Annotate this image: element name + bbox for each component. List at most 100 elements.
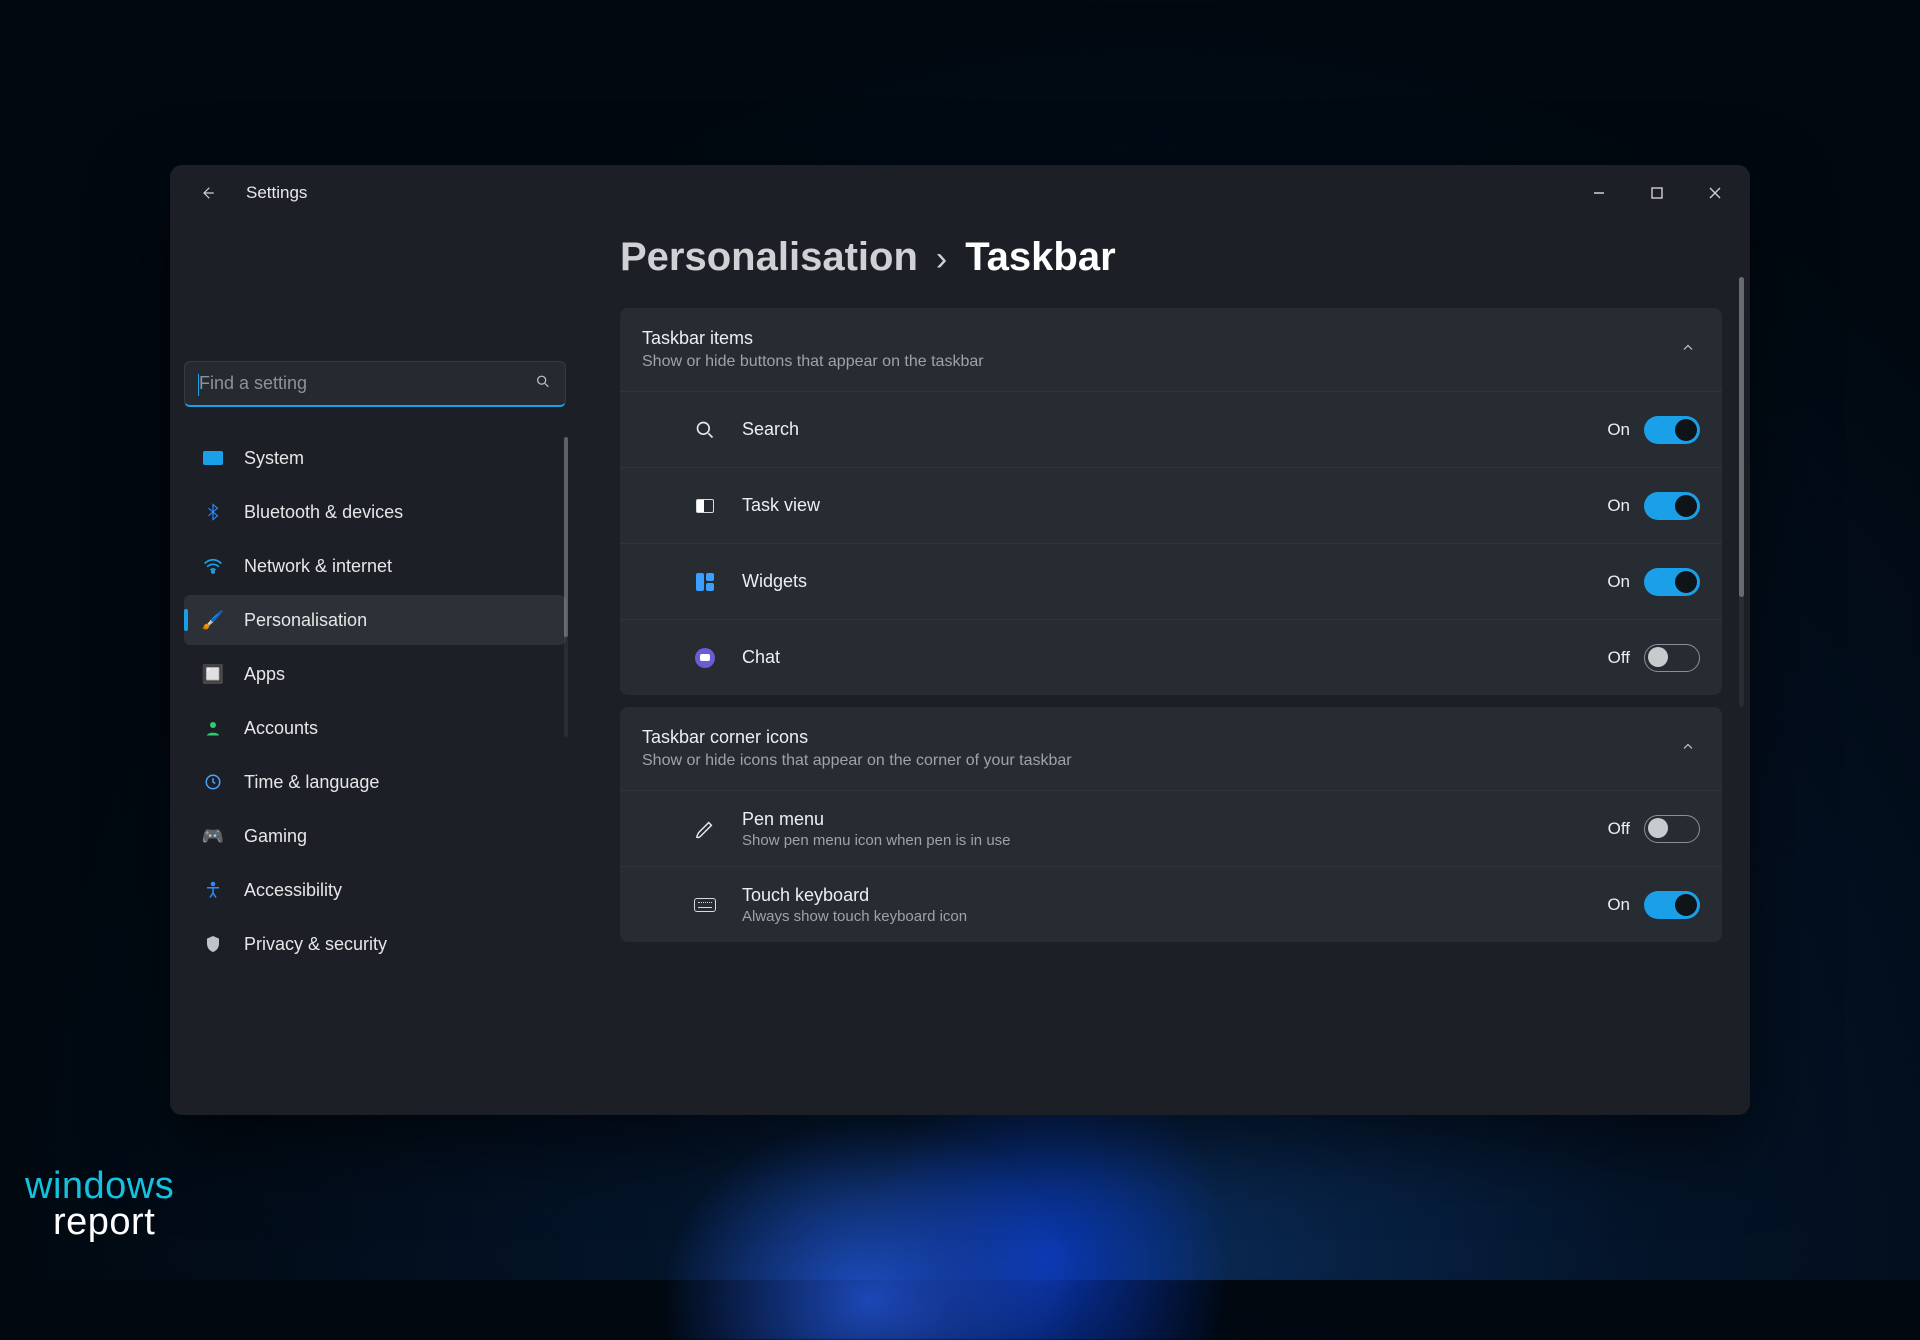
toggle-task-view[interactable] — [1644, 492, 1700, 520]
row-task-view: Task view On — [620, 467, 1722, 543]
task-view-icon — [690, 491, 720, 521]
search-field[interactable] — [184, 361, 566, 407]
sidebar-item-label: Gaming — [244, 826, 307, 847]
row-label: Widgets — [742, 571, 1607, 592]
toggle-state: Off — [1608, 648, 1630, 668]
main-scrollbar-thumb[interactable] — [1739, 277, 1744, 597]
watermark-line2: report — [53, 1204, 174, 1240]
panel-corner-icons: Taskbar corner icons Show or hide icons … — [620, 707, 1722, 942]
window-controls — [1570, 171, 1744, 215]
sidebar-scrollbar[interactable] — [564, 437, 568, 737]
maximize-icon — [1650, 186, 1664, 200]
row-label: Touch keyboard — [742, 885, 1607, 906]
main-content: Personalisation › Taskbar Taskbar items … — [580, 221, 1750, 1115]
sidebar-item-label: Privacy & security — [244, 934, 387, 955]
toggle-touch-keyboard[interactable] — [1644, 891, 1700, 919]
sidebar-item-label: Network & internet — [244, 556, 392, 577]
search-icon — [690, 415, 720, 445]
minimize-icon — [1592, 186, 1606, 200]
sidebar-item-label: System — [244, 448, 304, 469]
toggle-widgets[interactable] — [1644, 568, 1700, 596]
chevron-up-icon — [1680, 339, 1696, 360]
toggle-state: On — [1607, 420, 1630, 440]
toggle-pen-menu[interactable] — [1644, 815, 1700, 843]
search-icon — [535, 373, 551, 394]
panel-subtitle: Show or hide icons that appear on the co… — [642, 752, 1660, 770]
apps-icon: 🔲 — [202, 663, 224, 685]
titlebar: Settings — [170, 165, 1750, 221]
toggle-knob — [1675, 419, 1697, 441]
sidebar-item-accounts[interactable]: Accounts — [184, 703, 566, 753]
wifi-icon — [202, 555, 224, 577]
main-scrollbar[interactable] — [1739, 277, 1744, 707]
panel-subtitle: Show or hide buttons that appear on the … — [642, 353, 1660, 371]
sidebar-item-bluetooth[interactable]: Bluetooth & devices — [184, 487, 566, 537]
panel-title: Taskbar corner icons — [642, 727, 1660, 748]
sidebar-item-label: Personalisation — [244, 610, 367, 631]
row-pen-menu: Pen menu Show pen menu icon when pen is … — [620, 790, 1722, 866]
watermark-line1: windows — [25, 1168, 174, 1204]
breadcrumb-separator: › — [936, 240, 947, 279]
watermark: windows report — [25, 1168, 174, 1240]
sidebar-item-network[interactable]: Network & internet — [184, 541, 566, 591]
panel-taskbar-items: Taskbar items Show or hide buttons that … — [620, 308, 1722, 695]
chat-icon — [690, 643, 720, 673]
row-label: Pen menu — [742, 809, 1608, 830]
arrow-left-icon — [198, 184, 216, 202]
row-touch-keyboard: Touch keyboard Always show touch keyboar… — [620, 866, 1722, 942]
settings-window: Settings System Bluetooth & devices — [170, 165, 1750, 1115]
sidebar-item-personalisation[interactable]: 🖌️ Personalisation — [184, 595, 566, 645]
sidebar-item-accessibility[interactable]: Accessibility — [184, 865, 566, 915]
sidebar-item-label: Apps — [244, 664, 285, 685]
clock-icon — [202, 771, 224, 793]
close-button[interactable] — [1686, 171, 1744, 215]
breadcrumb: Personalisation › Taskbar — [620, 235, 1722, 280]
sidebar-item-apps[interactable]: 🔲 Apps — [184, 649, 566, 699]
sidebar-item-privacy-security[interactable]: Privacy & security — [184, 919, 566, 969]
toggle-knob — [1648, 647, 1668, 667]
sidebar-scrollbar-thumb[interactable] — [564, 437, 568, 637]
minimize-button[interactable] — [1570, 171, 1628, 215]
toggle-knob — [1675, 894, 1697, 916]
toggle-search[interactable] — [1644, 416, 1700, 444]
row-sublabel: Always show touch keyboard icon — [742, 908, 1607, 925]
row-label: Chat — [742, 647, 1608, 668]
window-body: System Bluetooth & devices Network & int… — [170, 221, 1750, 1115]
keyboard-icon — [690, 890, 720, 920]
breadcrumb-current: Taskbar — [965, 235, 1115, 280]
bluetooth-icon — [202, 501, 224, 523]
accessibility-icon — [202, 879, 224, 901]
toggle-state: On — [1607, 572, 1630, 592]
text-caret — [198, 374, 199, 396]
sidebar-item-system[interactable]: System — [184, 433, 566, 483]
close-icon — [1708, 186, 1722, 200]
sidebar: System Bluetooth & devices Network & int… — [170, 221, 580, 1115]
toggle-chat[interactable] — [1644, 644, 1700, 672]
breadcrumb-parent[interactable]: Personalisation — [620, 235, 918, 280]
person-icon — [202, 717, 224, 739]
panel-title: Taskbar items — [642, 328, 1660, 349]
panel-header-corner-icons[interactable]: Taskbar corner icons Show or hide icons … — [620, 707, 1722, 790]
sidebar-item-time-language[interactable]: Time & language — [184, 757, 566, 807]
gamepad-icon: 🎮 — [202, 825, 224, 847]
toggle-state: On — [1607, 496, 1630, 516]
row-label: Task view — [742, 495, 1607, 516]
toggle-knob — [1675, 495, 1697, 517]
sidebar-item-gaming[interactable]: 🎮 Gaming — [184, 811, 566, 861]
sidebar-item-label: Accessibility — [244, 880, 342, 901]
row-label: Search — [742, 419, 1607, 440]
chevron-up-icon — [1680, 738, 1696, 759]
maximize-button[interactable] — [1628, 171, 1686, 215]
panel-header-taskbar-items[interactable]: Taskbar items Show or hide buttons that … — [620, 308, 1722, 391]
search-input[interactable] — [199, 373, 519, 394]
toggle-knob — [1675, 571, 1697, 593]
back-button[interactable] — [190, 176, 224, 210]
display-icon — [202, 447, 224, 469]
toggle-knob — [1648, 818, 1668, 838]
sidebar-item-label: Time & language — [244, 772, 379, 793]
row-widgets: Widgets On — [620, 543, 1722, 619]
widgets-icon — [690, 567, 720, 597]
row-sublabel: Show pen menu icon when pen is in use — [742, 832, 1608, 849]
sidebar-item-label: Accounts — [244, 718, 318, 739]
row-search: Search On — [620, 391, 1722, 467]
